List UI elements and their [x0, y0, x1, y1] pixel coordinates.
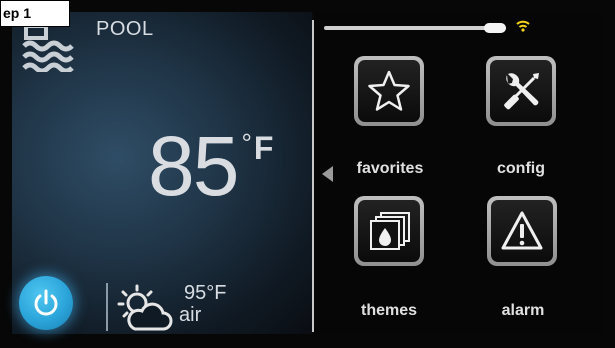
- alarm-tile-face: [491, 200, 553, 262]
- favorites-button[interactable]: [354, 56, 424, 126]
- air-temperature: 95°F: [184, 282, 227, 304]
- themes-button[interactable]: [354, 196, 424, 266]
- themes-label: themes: [360, 302, 418, 319]
- air-label: air: [179, 304, 202, 326]
- water-temperature: 85 ° F: [148, 124, 273, 208]
- water-temp-value: 85: [148, 119, 239, 213]
- water-temp-degree: °: [241, 128, 252, 158]
- favorites-tile-face: [358, 60, 420, 122]
- water-temp-unit-group: ° F: [241, 130, 273, 164]
- alarm-button[interactable]: [487, 196, 557, 266]
- alarm-label: alarm: [501, 302, 545, 319]
- favorites-label: favorites: [356, 160, 424, 177]
- themes-icon: [370, 212, 410, 250]
- back-arrow-icon[interactable]: [322, 166, 333, 182]
- weather-divider: [106, 283, 108, 331]
- mode-label: POOL: [96, 18, 154, 40]
- step-label: ep 1: [0, 0, 70, 27]
- water-temp-unit: F: [253, 130, 274, 166]
- wifi-icon: [516, 20, 530, 32]
- tools-icon: [504, 73, 539, 110]
- power-button[interactable]: [19, 276, 73, 330]
- signal-slider-track: [324, 26, 506, 30]
- config-button[interactable]: [486, 56, 556, 126]
- pool-icon: [22, 24, 74, 72]
- power-icon: [34, 289, 58, 316]
- signal-slider-knob: [484, 23, 506, 33]
- star-icon: [368, 70, 410, 111]
- themes-tile-face: [358, 200, 420, 262]
- config-label: config: [497, 160, 545, 177]
- partly-cloudy-icon: [117, 284, 173, 331]
- alarm-icon: [501, 211, 543, 250]
- thermostat-device: ep 1 POOL 85 ° F 95°F air favorites conf…: [0, 0, 615, 348]
- config-tile-face: [490, 60, 552, 122]
